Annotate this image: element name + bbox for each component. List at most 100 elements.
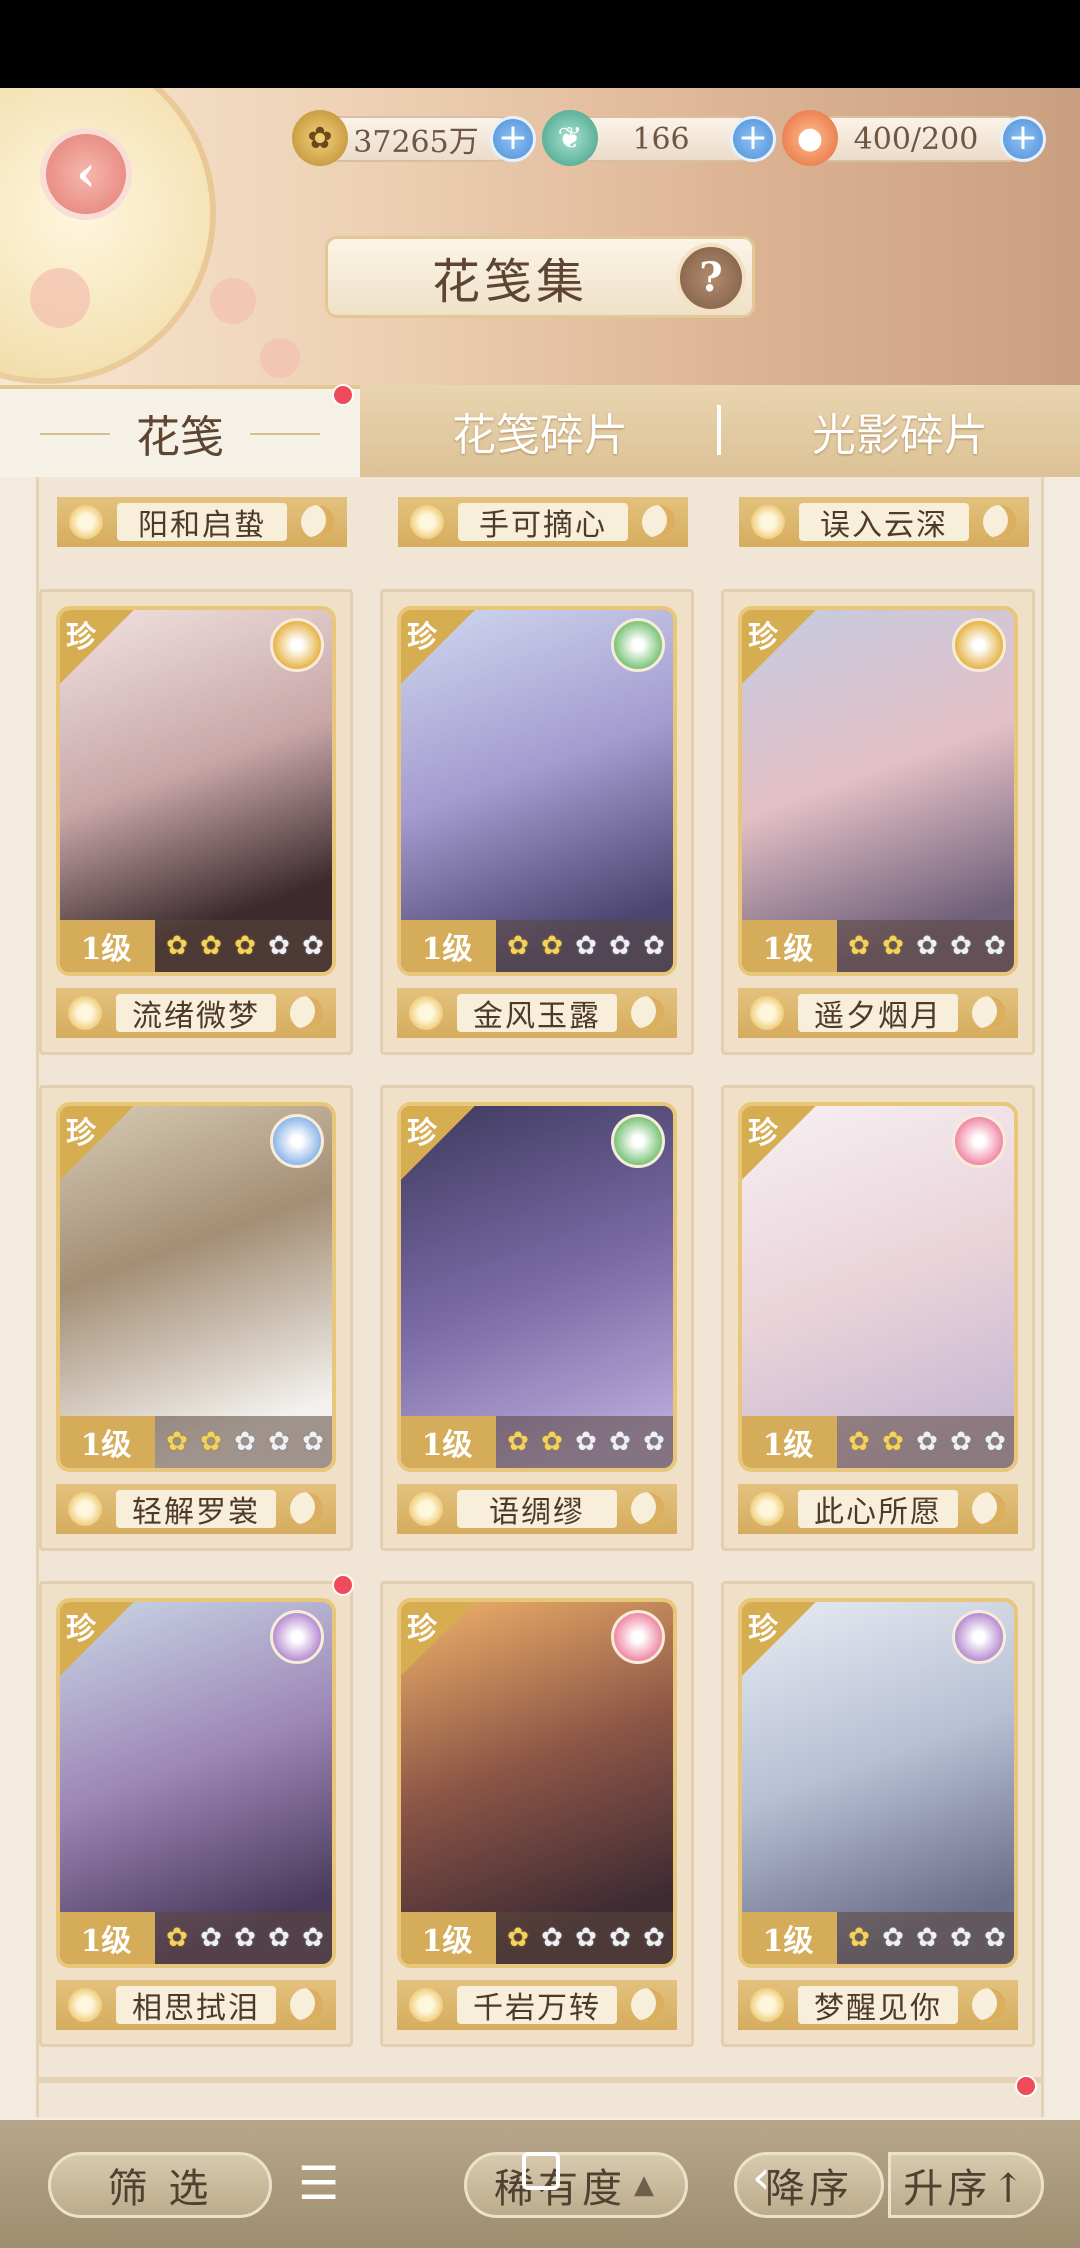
back-chevron-icon[interactable]: ‹ <box>752 2150 770 2204</box>
star-filled-icon: ✿ <box>200 931 222 961</box>
star-empty-icon: ✿ <box>609 931 631 961</box>
blossom-decoration <box>260 338 300 378</box>
back-arrow-icon: ‹ <box>76 146 96 202</box>
card-name: 金风玉露 <box>457 994 617 1034</box>
star-empty-icon: ✿ <box>200 1923 222 1953</box>
rarity-badge: 珍 <box>401 1106 475 1180</box>
star-filled-icon: ✿ <box>507 931 529 961</box>
moon-icon <box>631 1492 665 1526</box>
star-empty-icon: ✿ <box>916 1427 938 1457</box>
rarity-label: 珍 <box>407 1612 437 1647</box>
star-filled-icon: ✿ <box>507 1923 529 1953</box>
sun-icon <box>409 1988 443 2022</box>
moon-icon <box>301 505 335 539</box>
level-bar: 1级 ✿ ✿ ✿ ✿ ✿ <box>60 1912 332 1964</box>
card-level: 1级 <box>421 1428 473 1463</box>
level-bar: 1级 ✿ ✿ ✿ ✿ ✿ <box>401 920 673 972</box>
level-bar: 1级 ✿ ✿ ✿ ✿ ✿ <box>60 1416 332 1468</box>
card-name: 相思拭泪 <box>116 1986 276 2026</box>
level-bar: 1级 ✿ ✿ ✿ ✿ ✿ <box>742 1912 1014 1964</box>
green-attribute-icon <box>611 618 665 672</box>
huajian-card[interactable]: 珍 1级 ✿ ✿ ✿ ✿ ✿ 相思拭泪 <box>39 1574 354 2047</box>
card-name-strip: 遥夕烟月 <box>738 988 1018 1038</box>
partial-card-name[interactable]: 误入云深 <box>739 497 1029 547</box>
home-square-icon[interactable] <box>522 2152 560 2190</box>
star-empty-icon: ✿ <box>302 931 324 961</box>
star-empty-icon: ✿ <box>916 1923 938 1953</box>
header: ‹ ✿ 37265万 + ❦ 166 + ● 400/200 + 花笺集 ? <box>0 88 1080 388</box>
star-filled-icon: ✿ <box>848 1923 870 1953</box>
tab-huajian[interactable]: 花笺 <box>0 385 360 477</box>
star-filled-icon: ✿ <box>166 931 188 961</box>
help-button[interactable]: ? <box>676 243 746 313</box>
level-bar: 1级 ✿ ✿ ✿ ✿ ✿ <box>60 920 332 972</box>
star-rating: ✿ ✿ ✿ ✿ ✿ <box>844 1427 1010 1457</box>
ascending-button[interactable]: 升序↑ <box>888 2152 1044 2218</box>
menu-icon[interactable]: ☰ <box>298 2156 339 2210</box>
level-bar: 1级 ✿ ✿ ✿ ✿ ✿ <box>401 1912 673 1964</box>
moon-icon <box>631 1988 665 2022</box>
star-empty-icon: ✿ <box>950 1427 972 1457</box>
card-name: 千岩万转 <box>457 1986 617 2026</box>
add-gold-button[interactable]: + <box>490 116 536 162</box>
huajian-card[interactable]: 珍 1级 ✿ ✿ ✿ ✿ ✿ 此心所愿 <box>721 1085 1035 1551</box>
card-level: 1级 <box>421 1924 473 1959</box>
rarity-sort-button[interactable]: 稀有度 ▲ <box>464 2152 688 2218</box>
card-artwork: 珍 1级 ✿ ✿ ✿ ✿ ✿ <box>738 1598 1018 1968</box>
partial-card-name[interactable]: 阳和启蛰 <box>57 497 347 547</box>
card-artwork: 珍 1级 ✿ ✿ ✿ ✿ ✿ <box>738 606 1018 976</box>
tab-divider <box>717 405 721 455</box>
huajian-card[interactable]: 珍 1级 ✿ ✿ ✿ ✿ ✿ 轻解罗裳 <box>39 1085 353 1551</box>
purple-attribute-icon <box>270 1610 324 1664</box>
sun-icon <box>69 505 103 539</box>
add-stamina-button[interactable]: + <box>1000 116 1046 162</box>
jade-bird-icon: ❦ <box>542 110 598 166</box>
sun-icon <box>751 505 785 539</box>
star-empty-icon: ✿ <box>984 1923 1006 1953</box>
card-artwork: 珍 1级 ✿ ✿ ✿ ✿ ✿ <box>397 1598 677 1968</box>
purple-attribute-icon <box>952 1610 1006 1664</box>
moon-icon <box>290 1988 324 2022</box>
back-button[interactable]: ‹ <box>40 128 132 220</box>
huajian-card[interactable]: 珍 1级 ✿ ✿ ✿ ✿ ✿ 遥夕烟月 <box>721 589 1035 1055</box>
card-name: 阳和启蛰 <box>117 503 287 543</box>
card-level: 1级 <box>762 1924 814 1959</box>
pink-attribute-icon <box>952 1114 1006 1168</box>
card-artwork: 珍 1级 ✿ ✿ ✿ ✿ ✿ <box>397 606 677 976</box>
huajian-card[interactable]: 珍 1级 ✿ ✿ ✿ ✿ ✿ 梦醒见你 <box>721 1581 1035 2047</box>
filter-button[interactable]: 筛 选 <box>48 2152 272 2218</box>
rarity-sort-label: 稀有度 <box>494 2166 626 2212</box>
card-artwork: 珍 1级 ✿ ✿ ✿ ✿ ✿ <box>56 1102 336 1472</box>
moon-icon <box>631 996 665 1030</box>
star-empty-icon: ✿ <box>984 931 1006 961</box>
sun-icon <box>409 1492 443 1526</box>
level-bar: 1级 ✿ ✿ ✿ ✿ ✿ <box>742 920 1014 972</box>
card-artwork: 珍 1级 ✿ ✿ ✿ ✿ ✿ <box>56 606 336 976</box>
level-bar: 1级 ✿ ✿ ✿ ✿ ✿ <box>401 1416 673 1468</box>
huajian-card[interactable]: 珍 1级 ✿ ✿ ✿ ✿ ✿ 流绪微梦 <box>39 589 353 1055</box>
star-rating: ✿ ✿ ✿ ✿ ✿ <box>503 1427 669 1457</box>
tab-light-fragments[interactable]: 光影碎片 <box>720 385 1080 477</box>
star-rating: ✿ ✿ ✿ ✿ ✿ <box>162 1923 328 1953</box>
card-name: 此心所愿 <box>798 1490 958 1530</box>
star-filled-icon: ✿ <box>541 931 563 961</box>
triangle-up-icon: ▲ <box>634 2170 658 2200</box>
rarity-label: 珍 <box>66 620 96 655</box>
partial-card-name[interactable]: 手可摘心 <box>398 497 688 547</box>
sun-icon <box>68 1492 102 1526</box>
star-filled-icon: ✿ <box>166 1923 188 1953</box>
star-filled-icon: ✿ <box>541 1427 563 1457</box>
add-jade-button[interactable]: + <box>730 116 776 162</box>
huajian-card[interactable]: 珍 1级 ✿ ✿ ✿ ✿ ✿ 千岩万转 <box>380 1581 694 2047</box>
huajian-card[interactable]: 珍 1级 ✿ ✿ ✿ ✿ ✿ 金风玉露 <box>380 589 694 1055</box>
currency-gold: ✿ 37265万 + <box>292 110 536 166</box>
star-empty-icon: ✿ <box>302 1427 324 1457</box>
rarity-badge: 珍 <box>60 1106 134 1180</box>
rarity-badge: 珍 <box>742 1106 816 1180</box>
title-plate: 花笺集 ? <box>325 236 755 318</box>
peach-bun-icon: ● <box>782 110 838 166</box>
tab-huajian-fragments[interactable]: 花笺碎片 <box>360 385 720 477</box>
moon-icon <box>642 505 676 539</box>
rarity-label: 珍 <box>748 620 778 655</box>
huajian-card[interactable]: 珍 1级 ✿ ✿ ✿ ✿ ✿ 语绸缪 <box>380 1085 694 1551</box>
